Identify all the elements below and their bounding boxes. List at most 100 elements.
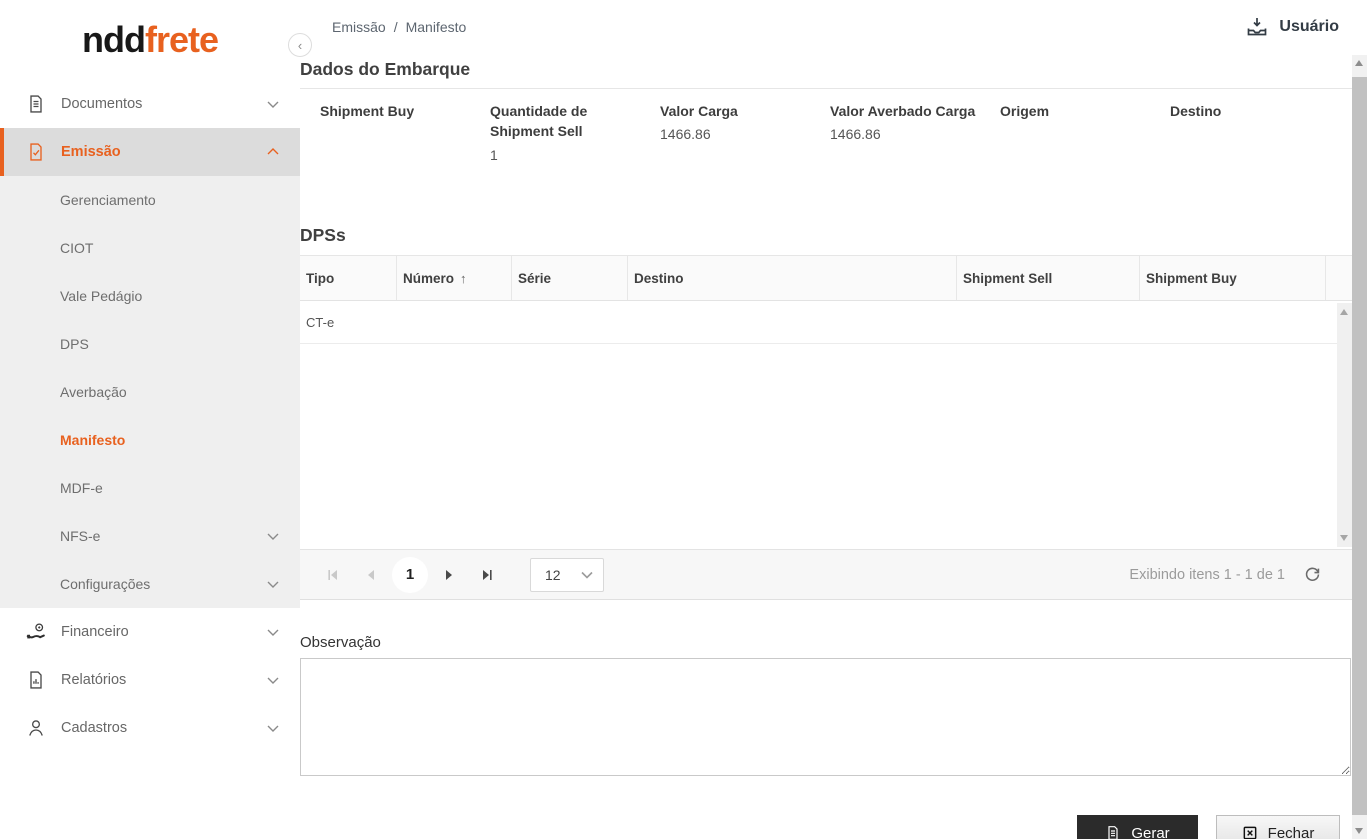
first-page-button[interactable] bbox=[314, 557, 352, 593]
scrollbar-thumb[interactable] bbox=[1352, 77, 1367, 815]
sidebar-subitem-ciot[interactable]: CIOT bbox=[0, 224, 300, 272]
column-label: Shipment Sell bbox=[963, 270, 1053, 286]
user-menu[interactable]: Usuário bbox=[1245, 15, 1339, 39]
field-value: 1466.86 bbox=[660, 126, 711, 143]
chevron-down-icon bbox=[266, 721, 280, 735]
sidebar-item-emissao[interactable]: Emissão bbox=[0, 128, 300, 176]
pagination-bar: 1 12 Exibindo itens 1 - 1 de 1 bbox=[300, 550, 1352, 600]
close-box-icon bbox=[1242, 825, 1258, 839]
column-label: Número bbox=[403, 270, 455, 286]
chevron-down-icon bbox=[266, 97, 280, 111]
observacao-textarea[interactable] bbox=[300, 658, 1351, 776]
field-label: Destino bbox=[1170, 103, 1222, 119]
pagination-right: Exibindo itens 1 - 1 de 1 bbox=[1129, 565, 1322, 584]
breadcrumb-manifesto: Manifesto bbox=[405, 18, 467, 35]
scroll-up-icon[interactable] bbox=[1355, 60, 1363, 66]
inbox-in-icon bbox=[1245, 15, 1269, 39]
gerar-button[interactable]: Gerar bbox=[1077, 815, 1198, 839]
subitem-label: MDF-e bbox=[60, 480, 103, 496]
first-page-icon bbox=[328, 569, 337, 580]
breadcrumb-separator: / bbox=[393, 18, 398, 35]
sidebar-subitem-averbacao[interactable]: Averbação bbox=[0, 368, 300, 416]
table-scrollbar[interactable] bbox=[1337, 303, 1352, 547]
report-icon bbox=[25, 669, 47, 691]
page-size-select[interactable]: 12 bbox=[530, 557, 604, 592]
prev-page-icon bbox=[368, 569, 374, 580]
subitem-label: Configurações bbox=[60, 576, 151, 592]
brand-logo: nddfrete bbox=[0, 0, 300, 80]
sidebar-item-label: Financeiro bbox=[61, 624, 129, 640]
sidebar-subitem-configuracoes[interactable]: Configurações bbox=[0, 560, 300, 608]
chevron-down-icon bbox=[266, 625, 280, 639]
scroll-down-icon[interactable] bbox=[1340, 535, 1348, 541]
sidebar-subitem-gerenciamento[interactable]: Gerenciamento bbox=[0, 176, 300, 224]
sidebar-subitem-nfse[interactable]: NFS-e bbox=[0, 512, 300, 560]
sidebar-item-label: Emissão bbox=[61, 144, 121, 160]
prev-page-button[interactable] bbox=[352, 557, 390, 593]
embarque-section-title: Dados do Embarque bbox=[300, 53, 1352, 89]
field-shipment-buy: Shipment Buy bbox=[320, 101, 490, 217]
next-page-icon bbox=[446, 569, 452, 580]
subitem-label: Averbação bbox=[60, 384, 127, 400]
sidebar-item-financeiro[interactable]: Financeiro bbox=[0, 608, 300, 656]
sidebar-item-label: Cadastros bbox=[61, 720, 128, 736]
embarque-fields: Shipment Buy Quantidade de Shipment Sell… bbox=[300, 89, 1352, 217]
sidebar-subitem-manifesto[interactable]: Manifesto bbox=[0, 416, 300, 464]
pagination-info: Exibindo itens 1 - 1 de 1 bbox=[1129, 566, 1285, 583]
column-header-shipment-sell[interactable]: Shipment Sell bbox=[957, 256, 1140, 300]
person-icon bbox=[25, 717, 47, 739]
main-area: ‹ Emissão / Manifesto Usuário Dados do Emb… bbox=[288, 0, 1367, 839]
sidebar-item-cadastros[interactable]: Cadastros bbox=[0, 704, 300, 752]
page-size-value: 12 bbox=[545, 566, 561, 583]
column-label: Destino bbox=[634, 270, 684, 286]
sidebar-subitem-dps[interactable]: DPS bbox=[0, 320, 300, 368]
scroll-up-icon[interactable] bbox=[1340, 309, 1348, 315]
column-header-shipment-buy[interactable]: Shipment Buy bbox=[1140, 256, 1326, 300]
document-check-icon bbox=[25, 141, 47, 163]
sidebar-item-relatorios[interactable]: Relatórios bbox=[0, 656, 300, 704]
subitem-label: DPS bbox=[60, 336, 89, 352]
field-value: 1 bbox=[490, 146, 498, 163]
page-scrollbar[interactable] bbox=[1352, 55, 1367, 839]
sidebar-collapse-button[interactable]: ‹ bbox=[288, 33, 312, 57]
action-buttons: Gerar Fechar bbox=[300, 815, 1352, 839]
field-valor-averbado-carga: Valor Averbado Carga 1466.86 bbox=[830, 101, 1000, 217]
field-label: Origem bbox=[1000, 103, 1050, 119]
subitem-label: Manifesto bbox=[60, 432, 126, 448]
generate-doc-icon bbox=[1105, 825, 1121, 839]
subitem-label: Gerenciamento bbox=[60, 192, 156, 208]
column-header-tipo[interactable]: Tipo bbox=[300, 256, 397, 300]
refresh-icon[interactable] bbox=[1303, 565, 1322, 584]
app-window: nddfrete Documentos Emissão Gerenciament… bbox=[0, 0, 1367, 839]
sidebar-subitem-vale-pedagio[interactable]: Vale Pedágio bbox=[0, 272, 300, 320]
table-row[interactable]: CT-e bbox=[300, 301, 1352, 344]
breadcrumb-emissao[interactable]: Emissão bbox=[332, 19, 386, 35]
column-label: Tipo bbox=[306, 270, 335, 286]
brand-logo-text: nddfrete bbox=[81, 19, 219, 61]
sidebar-subitem-mdfe[interactable]: MDF-e bbox=[0, 464, 300, 512]
column-header-numero[interactable]: Número ↑ bbox=[397, 256, 512, 300]
field-quantidade-shipment-sell: Quantidade de Shipment Sell 1 bbox=[490, 101, 660, 217]
sort-asc-icon: ↑ bbox=[460, 270, 467, 286]
column-header-destino[interactable]: Destino bbox=[628, 256, 957, 300]
observacao-label: Observação bbox=[300, 634, 381, 651]
field-label: Valor Averbado Carga bbox=[830, 103, 976, 119]
column-header-serie[interactable]: Série bbox=[512, 256, 628, 300]
sidebar-item-label: Relatórios bbox=[61, 672, 127, 688]
page-number-button[interactable]: 1 bbox=[392, 556, 428, 593]
content: Dados do Embarque Shipment Buy Quantidad… bbox=[300, 53, 1352, 839]
chevron-down-icon bbox=[266, 673, 280, 687]
last-page-button[interactable] bbox=[468, 557, 506, 593]
sidebar-item-label: Documentos bbox=[61, 96, 143, 112]
field-label: Valor Carga bbox=[660, 103, 738, 119]
brand-ndd: ndd bbox=[81, 19, 146, 60]
user-label: Usuário bbox=[1279, 17, 1339, 35]
sidebar-item-documentos[interactable]: Documentos bbox=[0, 80, 300, 128]
chevron-down-icon bbox=[581, 571, 593, 579]
next-page-button[interactable] bbox=[430, 557, 468, 593]
scroll-down-icon[interactable] bbox=[1355, 828, 1363, 834]
fechar-button[interactable]: Fechar bbox=[1216, 815, 1340, 839]
field-destino: Destino bbox=[1170, 101, 1340, 217]
subitem-label: NFS-e bbox=[60, 528, 101, 544]
field-origem: Origem bbox=[1000, 101, 1170, 217]
